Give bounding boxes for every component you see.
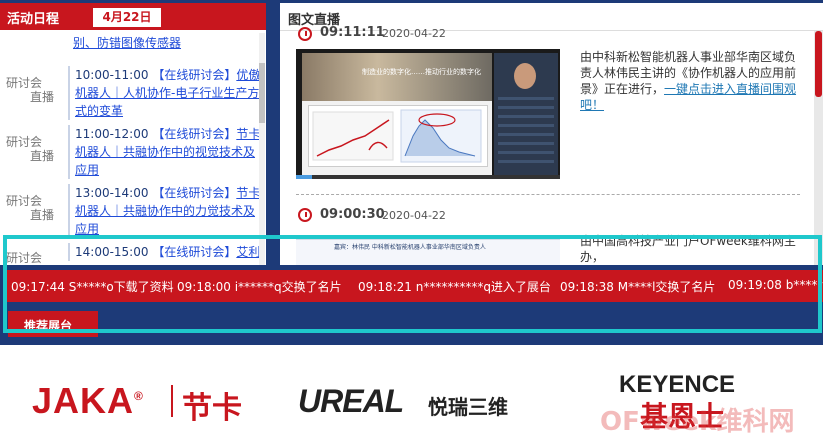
exhibitor-logos: JAKA® 节卡 UREAL 悦瑞三维 KEYENCE 基恩士 OFweek维科… bbox=[0, 345, 823, 437]
activity-ticker: 09:17:44 S*****o下载了资料 09:18:00 i******q交… bbox=[7, 270, 823, 302]
schedule-item-text[interactable]: 11:00-12:00 【在线研讨会】节卡机器人｜共融协作中的视觉技术及应用 bbox=[68, 125, 261, 179]
schedule-item-time: 10:00-11:00 bbox=[75, 68, 153, 82]
jaka-logo-divider bbox=[171, 385, 173, 417]
live-video-thumbnail[interactable]: 制造业的数字化……推动行业的数字化 bbox=[296, 49, 560, 179]
schedule-partial-title[interactable]: 别、防错图像传感器 bbox=[73, 36, 181, 50]
ureal-logo[interactable]: UREAL bbox=[298, 383, 404, 420]
post-image[interactable]: 嘉宾：林伟民 中科新松智能机器人事业部华南区域负责人 bbox=[296, 239, 560, 265]
schedule-item-link[interactable]: 艾利 bbox=[236, 245, 260, 259]
presenter-face bbox=[514, 63, 536, 89]
date-badge[interactable]: 4月22日 bbox=[93, 8, 161, 27]
ureal-logo-cn[interactable]: 悦瑞三维 bbox=[428, 391, 508, 420]
clock-icon bbox=[298, 27, 312, 41]
schedule-scrollbar-thumb[interactable] bbox=[259, 63, 265, 123]
schedule-item-tag[interactable]: 【在线研讨会】 bbox=[152, 68, 236, 82]
post-text: 由中国高科技产业门户OFweek维科网主办， bbox=[580, 233, 802, 265]
ticker-item: 09:18:00 i******q交换了名片 bbox=[177, 280, 342, 294]
jaka-logo-cn[interactable]: 节卡 bbox=[182, 383, 242, 427]
post-image-caption: 嘉宾：林伟民 中科新松智能机器人事业部华南区域负责人 bbox=[334, 244, 486, 251]
slide-photo: 制造业的数字化……推动行业的数字化 bbox=[302, 53, 492, 101]
post-text: 由中科新松智能机器人事业部华南区域负责人林伟民主讲的《协作机器人的应用前景》正在… bbox=[580, 49, 802, 113]
jaka-logo[interactable]: JAKA® bbox=[32, 380, 144, 422]
ticker-item: 09:17:44 S*****o下载了资料 bbox=[11, 280, 174, 294]
ticker-item: 09:18:21 n**********q进入了展台 bbox=[358, 280, 551, 294]
schedule-item-tag[interactable]: 【在线研讨会】 bbox=[152, 186, 236, 200]
clock-icon bbox=[298, 208, 312, 222]
video-progress-bar[interactable] bbox=[296, 175, 560, 179]
post-divider bbox=[296, 194, 800, 195]
presenter-camera bbox=[494, 53, 558, 175]
schedule-item-tag[interactable]: 【在线研讨会】 bbox=[152, 245, 236, 259]
schedule-scrollbar[interactable] bbox=[259, 33, 265, 265]
schedule-item-type: 研讨会直播 bbox=[6, 76, 54, 104]
post-time: 09:11:11 bbox=[320, 25, 385, 40]
post-date: 2020-04-22 bbox=[382, 209, 446, 222]
schedule-partial-item[interactable]: 别、防错图像传感器 bbox=[68, 34, 259, 52]
post-body: 由中国高科技产业门户OFweek维科网主办， bbox=[580, 234, 796, 264]
schedule-item-time: 13:00-14:00 bbox=[75, 186, 153, 200]
schedule-item-text[interactable]: 10:00-11:00 【在线研讨会】优傲机器人｜人机协作-电子行业生产方式的变… bbox=[68, 66, 261, 120]
schedule-item-type: 研讨会直播 bbox=[6, 135, 54, 163]
recommended-booths-label: 推荐展台 bbox=[24, 319, 73, 333]
site-watermark: OFweek维科网 bbox=[600, 407, 795, 437]
slide-caption: 制造业的数字化……推动行业的数字化 bbox=[362, 68, 481, 76]
schedule-item-text[interactable]: 14:00-15:00 【在线研讨会】艾利 bbox=[68, 243, 261, 261]
slide-chart bbox=[308, 105, 488, 167]
ticker-item: 09:19:08 b****r bbox=[728, 278, 823, 292]
live-scrollbar-thumb[interactable] bbox=[815, 31, 822, 97]
video-progress-fill bbox=[296, 175, 312, 179]
schedule-item-time: 11:00-12:00 bbox=[75, 127, 153, 141]
schedule-panel: 活动日程 4月22日 别、防错图像传感器 研讨会 直播 10:00-11:00 【… bbox=[0, 3, 266, 265]
live-scrollbar[interactable] bbox=[814, 31, 823, 265]
schedule-header: 活动日程 4月22日 bbox=[0, 3, 266, 30]
recommended-booths-tab[interactable]: 推荐展台 bbox=[8, 311, 98, 337]
presentation-slide: 制造业的数字化……推动行业的数字化 bbox=[302, 53, 492, 175]
schedule-item-type: 研讨会直播 bbox=[6, 251, 43, 265]
schedule-item-text[interactable]: 13:00-14:00 【在线研讨会】节卡机器人｜共融协作中的力觉技术及应用 bbox=[68, 184, 261, 238]
chat-list bbox=[498, 97, 554, 167]
schedule-item-tag[interactable]: 【在线研讨会】 bbox=[152, 127, 236, 141]
post-time: 09:00:30 bbox=[320, 207, 385, 222]
ticker-item: 09:18:38 M****l交换了名片 bbox=[560, 280, 716, 294]
post-date: 2020-04-22 bbox=[382, 27, 446, 40]
schedule-item-type: 研讨会直播 bbox=[6, 194, 54, 222]
schedule-title: 活动日程 bbox=[7, 12, 60, 27]
schedule-item-time: 14:00-15:00 bbox=[75, 245, 153, 259]
slide-chart-graphic bbox=[312, 109, 482, 163]
live-panel: 图文直播 09:11:11 2020-04-22 制造业的数字化……推动行业的数… bbox=[280, 3, 823, 265]
